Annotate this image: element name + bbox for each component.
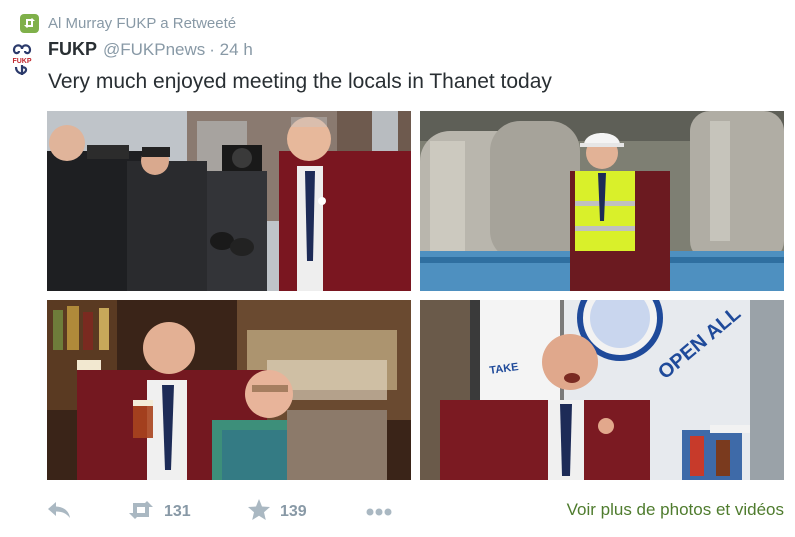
reply-button[interactable] — [48, 497, 70, 527]
reply-icon — [48, 501, 70, 523]
tweet-header: FUKP @FUKPnews · 24 h — [48, 39, 253, 63]
avatar[interactable]: FUKP — [8, 42, 36, 76]
retweet-icon — [128, 500, 154, 524]
star-icon — [248, 499, 270, 525]
tweet-timestamp[interactable]: · 24 h — [209, 40, 252, 60]
photo-press-interview[interactable] — [47, 111, 411, 291]
tweet-text: Very much enjoyed meeting the locals in … — [48, 70, 552, 93]
favorite-count: 139 — [280, 503, 307, 520]
photo-pub-locals[interactable] — [47, 300, 411, 480]
retweet-count: 131 — [164, 503, 191, 520]
retweeted-by-text: Al Murray FUKP a Retweeté — [48, 14, 237, 32]
favorite-button[interactable]: 139 — [248, 497, 307, 527]
more-dots-icon — [366, 503, 392, 521]
tweet-actions: 131 139 Voir plus de photos et vidéos — [48, 497, 788, 527]
view-more-media-link[interactable]: Voir plus de photos et vidéos — [567, 500, 784, 520]
photo-cafe-window[interactable]: OPEN ALL TAKE — [420, 300, 784, 480]
avatar-label: FUKP — [12, 58, 31, 65]
retweet-icon — [20, 13, 39, 33]
author-name[interactable]: FUKP — [48, 39, 97, 60]
author-handle[interactable]: @FUKPnews — [103, 40, 205, 60]
retweet-context[interactable]: Al Murray FUKP a Retweeté — [20, 13, 236, 33]
more-options-button[interactable] — [366, 497, 392, 527]
photo-grid: OPEN ALL TAKE — [47, 111, 784, 480]
photo-brewery-visit[interactable] — [420, 111, 784, 291]
retweet-button[interactable]: 131 — [128, 497, 191, 527]
